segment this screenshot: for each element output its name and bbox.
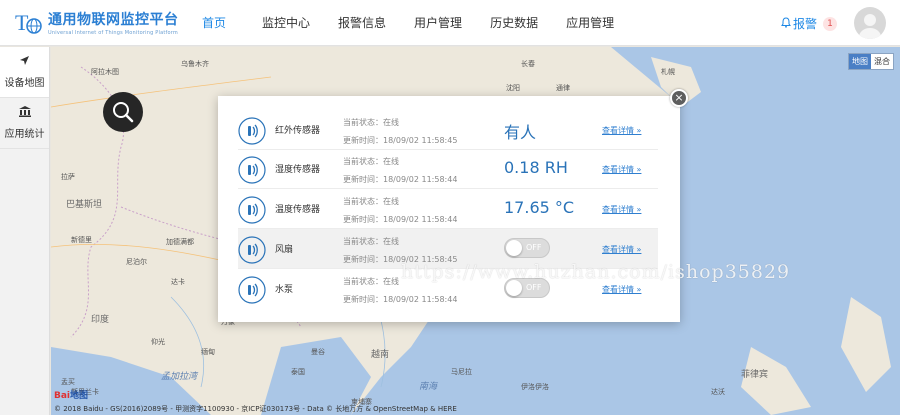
map-label: 南海	[419, 382, 438, 392]
nav-alarm-info[interactable]: 报警信息	[324, 0, 400, 46]
bell-icon	[781, 16, 791, 31]
view-details-link[interactable]: 查看详情 »	[602, 204, 641, 215]
app-title: 通用物联网监控平台	[48, 12, 179, 28]
view-details-link[interactable]: 查看详情 »	[602, 164, 641, 175]
main-nav: 首页 监控中心 报警信息 用户管理 历史数据 应用管理	[188, 0, 628, 46]
map-label: 印度	[91, 315, 110, 325]
device-name: 风扇	[275, 245, 294, 255]
device-status-popup: 红外传感器 当前状态：在线 更新时间：18/09/02 11:58:45 有人 …	[218, 96, 680, 322]
map-label: 孟买	[61, 378, 75, 386]
nav-monitor-center[interactable]: 监控中心	[240, 0, 324, 46]
search-icon	[113, 102, 134, 123]
top-header: T 通用物联网监控平台 Universal Internet of Things…	[0, 0, 900, 46]
map-label: 札幌	[661, 68, 675, 76]
close-popup-button[interactable]: ×	[670, 89, 688, 107]
nav-home[interactable]: 首页	[188, 0, 240, 46]
device-name: 温度传感器	[275, 205, 321, 215]
alarm-count-badge: 1	[823, 16, 838, 31]
map-label: 越南	[371, 350, 390, 360]
map-label: 新德里	[71, 236, 92, 244]
device-value: 17.65 °C	[504, 198, 575, 217]
map-label: 拉萨	[61, 173, 75, 181]
map-type-switch[interactable]: 地图 混合	[848, 53, 894, 70]
device-update-time: 更新时间：18/09/02 11:58:44	[343, 215, 458, 224]
svg-text:T: T	[15, 10, 29, 35]
sidebar-item-app-stats[interactable]: 应用统计	[0, 98, 49, 149]
device-update-time: 更新时间：18/09/02 11:58:44	[343, 175, 458, 184]
map-type-hybrid[interactable]: 混合	[871, 54, 893, 69]
device-status: 当前状态：在线	[343, 157, 399, 166]
logo-icon: T	[14, 8, 44, 38]
map-label: 马尼拉	[451, 368, 472, 376]
map-label: 阿拉木图	[91, 68, 119, 76]
map-label: 巴基斯坦	[66, 200, 103, 210]
close-icon: ×	[674, 91, 684, 104]
app-subtitle: Universal Internet of Things Monitoring …	[48, 30, 178, 36]
view-details-link[interactable]: 查看详情 »	[602, 284, 641, 295]
device-row-humidity: 湿度传感器 当前状态：在线 更新时间：18/09/02 11:58:44 0.1…	[238, 149, 658, 189]
device-value: 有人	[504, 123, 537, 142]
nav-history-data[interactable]: 历史数据	[476, 0, 552, 46]
map-label: 伊洛伊洛	[521, 383, 549, 391]
nav-app-management[interactable]: 应用管理	[552, 0, 628, 46]
baidu-map-logo: Bai地图	[54, 391, 89, 401]
map-label: 乌鲁木齐	[181, 60, 209, 68]
sensor-icon	[238, 236, 266, 264]
left-sidebar: 设备地图 应用统计	[0, 47, 50, 415]
sidebar-item-label: 设备地图	[4, 78, 45, 89]
nav-user-management[interactable]: 用户管理	[400, 0, 476, 46]
map-label: 曼谷	[311, 348, 325, 356]
sensor-icon	[238, 276, 266, 304]
map-label: 泰国	[291, 368, 305, 376]
map-label: 孟加拉湾	[161, 372, 198, 382]
device-status: 当前状态：在线	[343, 197, 399, 206]
device-row-infrared: 红外传感器 当前状态：在线 更新时间：18/09/02 11:58:45 有人 …	[238, 110, 658, 150]
fan-toggle[interactable]: OFF	[504, 238, 550, 258]
sidebar-item-device-map[interactable]: 设备地图	[0, 47, 49, 98]
device-name: 湿度传感器	[275, 165, 321, 175]
map-label: 缅甸	[201, 348, 215, 356]
map-label: 达沃	[711, 388, 725, 396]
device-name: 水泵	[275, 285, 294, 295]
device-update-time: 更新时间：18/09/02 11:58:45	[343, 136, 458, 145]
map-label: 通律	[556, 84, 570, 92]
sensor-icon	[238, 156, 266, 184]
bank-icon	[18, 106, 31, 120]
sensor-icon	[238, 117, 266, 145]
map-copyright: © 2018 Baidu - GS(2016)2089号 - 甲测资字11009…	[54, 405, 457, 413]
map-label: 达卡	[171, 278, 185, 286]
sensor-icon	[238, 196, 266, 224]
device-name: 红外传感器	[275, 126, 321, 136]
device-value: 0.18 RH	[504, 158, 568, 177]
device-row-temperature: 温度传感器 当前状态：在线 更新时间：18/09/02 11:58:44 17.…	[238, 189, 658, 229]
map-search-button[interactable]	[103, 92, 143, 132]
map-label: 加德满都	[166, 238, 194, 246]
map-label: 菲律宾	[741, 370, 769, 380]
device-status: 当前状态：在线	[343, 118, 399, 127]
map-label: 长春	[521, 60, 535, 68]
map-type-map[interactable]: 地图	[849, 54, 871, 69]
user-avatar[interactable]	[854, 7, 886, 39]
device-update-time: 更新时间：18/09/02 11:58:44	[343, 295, 458, 304]
view-details-link[interactable]: 查看详情 »	[602, 244, 641, 255]
device-status: 当前状态：在线	[343, 237, 399, 246]
alarm-button[interactable]: 报警 1	[781, 15, 838, 32]
view-details-link[interactable]: 查看详情 »	[602, 125, 641, 136]
alarm-label: 报警	[793, 17, 818, 31]
map-label: 尼泊尔	[126, 258, 147, 266]
send-icon	[19, 55, 30, 69]
map-label: 沈阳	[506, 84, 520, 92]
app-logo[interactable]: T 通用物联网监控平台 Universal Internet of Things…	[0, 8, 190, 38]
sidebar-item-label: 应用统计	[4, 129, 45, 140]
watermark-text: https://www.huzhan.com/ishop35829	[401, 261, 791, 283]
map-label: 仰光	[151, 338, 165, 346]
